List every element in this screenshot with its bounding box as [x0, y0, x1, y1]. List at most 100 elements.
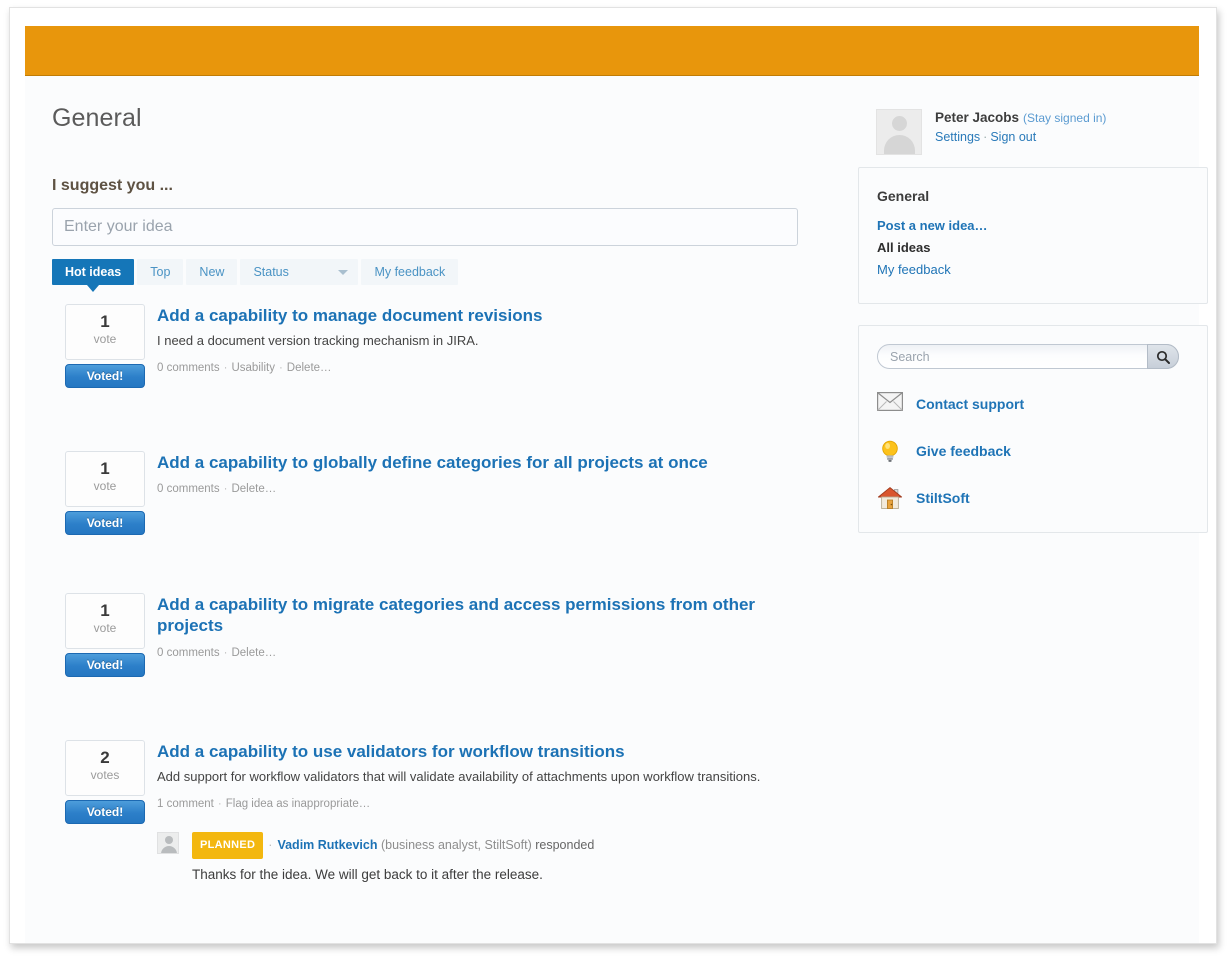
house-icon — [877, 486, 903, 510]
tab-status-dropdown[interactable]: Status — [240, 259, 359, 285]
search-row — [877, 344, 1179, 369]
sidebar: Peter Jacobs (Stay signed in) Settings · Si… — [843, 76, 1208, 533]
tab-label: Hot ideas — [65, 265, 122, 279]
idea-meta: 0 comments · Usability · Delete… — [157, 362, 812, 374]
responded-verb: responded — [535, 837, 595, 852]
page-content: General I suggest you ... Hot ideas Top … — [25, 76, 1208, 943]
user-block: Peter Jacobs (Stay signed in) Settings · Si… — [843, 76, 1193, 155]
vote-count-box: 2 votes — [65, 740, 145, 796]
brand-header-bar — [25, 26, 1199, 76]
idea-delete-link[interactable]: Delete… — [231, 483, 276, 495]
idea-title[interactable]: Add a capability to globally define cate… — [157, 451, 797, 473]
sign-out-link[interactable]: Sign out — [990, 130, 1036, 144]
idea-title[interactable]: Add a capability to manage document revi… — [157, 304, 797, 326]
idea-filter-tabs: Hot ideas Top New Status My feedback — [52, 259, 812, 292]
nav-item-my-feedback[interactable]: My feedback — [877, 259, 1207, 281]
avatar-head — [892, 116, 907, 131]
search-button[interactable] — [1147, 344, 1179, 369]
idea-title[interactable]: Add a capability to use validators for w… — [157, 740, 797, 762]
vote-count-box: 1 vote — [65, 304, 145, 360]
voted-button[interactable]: Voted! — [65, 653, 145, 677]
support-panel: Contact support Give feedback — [858, 325, 1208, 533]
vote-count: 1 — [100, 459, 110, 478]
tab-top[interactable]: Top — [137, 259, 184, 285]
idea-list: 1 vote Voted! Add a capability to manage… — [52, 304, 812, 900]
vote-count: 2 — [100, 748, 110, 767]
give-feedback-link[interactable]: Give feedback — [877, 439, 1207, 463]
contact-support-link[interactable]: Contact support — [877, 392, 1207, 416]
stay-signed-in-link[interactable]: (Stay signed in) — [1023, 111, 1106, 125]
voted-button[interactable]: Voted! — [65, 364, 145, 388]
nav-panel-title: General — [877, 188, 930, 204]
user-info: Peter Jacobs (Stay signed in) Settings · Si… — [935, 109, 1193, 144]
voted-button[interactable]: Voted! — [65, 800, 145, 824]
vote-control: 1 vote Voted! — [65, 451, 145, 535]
nav-item-all-ideas[interactable]: All ideas — [877, 237, 1207, 259]
idea-flag-link[interactable]: Flag idea as inappropriate… — [226, 798, 370, 810]
idea-meta: 0 comments · Delete… — [157, 647, 812, 659]
envelope-icon — [877, 392, 903, 416]
user-name: Peter Jacobs — [935, 110, 1020, 125]
browser-page-frame: General I suggest you ... Hot ideas Top … — [9, 7, 1217, 944]
meta-separator: · — [217, 798, 222, 810]
user-avatar-icon — [876, 109, 922, 155]
tab-label: My feedback — [374, 265, 446, 279]
nav-item-post-new-idea[interactable]: Post a new idea… — [877, 215, 1207, 237]
main-column: General I suggest you ... Hot ideas Top … — [52, 76, 812, 900]
response-body: Thanks for the idea. We will get back to… — [192, 867, 543, 882]
meta-separator: · — [223, 362, 228, 374]
idea-title[interactable]: Add a capability to migrate categories a… — [157, 593, 797, 636]
vote-count-box: 1 vote — [65, 593, 145, 649]
vote-count-box: 1 vote — [65, 451, 145, 507]
idea-item: 1 vote Voted! Add a capability to migrat… — [52, 593, 812, 718]
support-link-label: StiltSoft — [916, 490, 970, 506]
meta-separator: · — [223, 647, 228, 659]
idea-description: Add support for workflow validators that… — [157, 769, 761, 784]
responder-role: (business analyst, StiltSoft) — [380, 837, 532, 852]
vote-control: 2 votes Voted! — [65, 740, 145, 824]
stiltsoft-link[interactable]: StiltSoft — [877, 486, 1207, 510]
vote-unit: votes — [90, 768, 120, 782]
idea-item: 1 vote Voted! Add a capability to manage… — [52, 304, 812, 414]
meta-separator: · — [278, 362, 283, 374]
idea-input[interactable] — [52, 208, 798, 246]
tab-my-feedback[interactable]: My feedback — [361, 259, 459, 285]
page-title: General — [52, 104, 142, 132]
tab-hot-ideas[interactable]: Hot ideas — [52, 259, 135, 292]
tab-label: Top — [150, 265, 171, 279]
idea-comments-link[interactable]: 0 comments — [157, 483, 220, 495]
response-header: PLANNED · Vadim Rutkevich (business analys… — [192, 832, 812, 859]
tab-label: Status — [253, 265, 289, 279]
tab-label: New — [199, 265, 225, 279]
idea-item: 1 vote Voted! Add a capability to global… — [52, 451, 812, 593]
avatar-head — [165, 836, 173, 844]
avatar-body — [884, 135, 915, 154]
idea-delete-link[interactable]: Delete… — [231, 647, 276, 659]
vote-unit: vote — [93, 621, 117, 635]
idea-meta: 0 comments · Delete… — [157, 483, 812, 495]
idea-item: 2 votes Voted! Add a capability to use v… — [52, 740, 812, 900]
vote-unit: vote — [93, 332, 117, 346]
admin-response: PLANNED · Vadim Rutkevich (business analys… — [157, 832, 812, 884]
user-links: Settings · Sign out — [935, 130, 1193, 144]
idea-category-link[interactable]: Usability — [231, 362, 274, 374]
vote-control: 1 vote Voted! — [65, 593, 145, 677]
chevron-down-icon — [338, 270, 349, 275]
idea-delete-link[interactable]: Delete… — [287, 362, 332, 374]
vote-count: 1 — [100, 312, 110, 331]
voted-button[interactable]: Voted! — [65, 511, 145, 535]
idea-meta: 1 comment · Flag idea as inappropriate… — [157, 798, 812, 810]
vote-count: 1 — [100, 601, 110, 620]
tab-new[interactable]: New — [186, 259, 238, 285]
settings-link[interactable]: Settings — [935, 130, 980, 144]
search-input[interactable] — [877, 344, 1179, 369]
avatar-body — [161, 846, 177, 853]
idea-description: I need a document version tracking mecha… — [157, 333, 479, 348]
magnifier-icon — [1156, 350, 1170, 364]
responder-name[interactable]: Vadim Rutkevich — [277, 838, 377, 852]
status-badge: PLANNED — [192, 832, 264, 859]
idea-comments-link[interactable]: 1 comment — [157, 798, 214, 810]
idea-comments-link[interactable]: 0 comments — [157, 362, 220, 374]
navigation-panel: General Post a new idea… All ideas My fe… — [858, 167, 1208, 304]
idea-comments-link[interactable]: 0 comments — [157, 647, 220, 659]
